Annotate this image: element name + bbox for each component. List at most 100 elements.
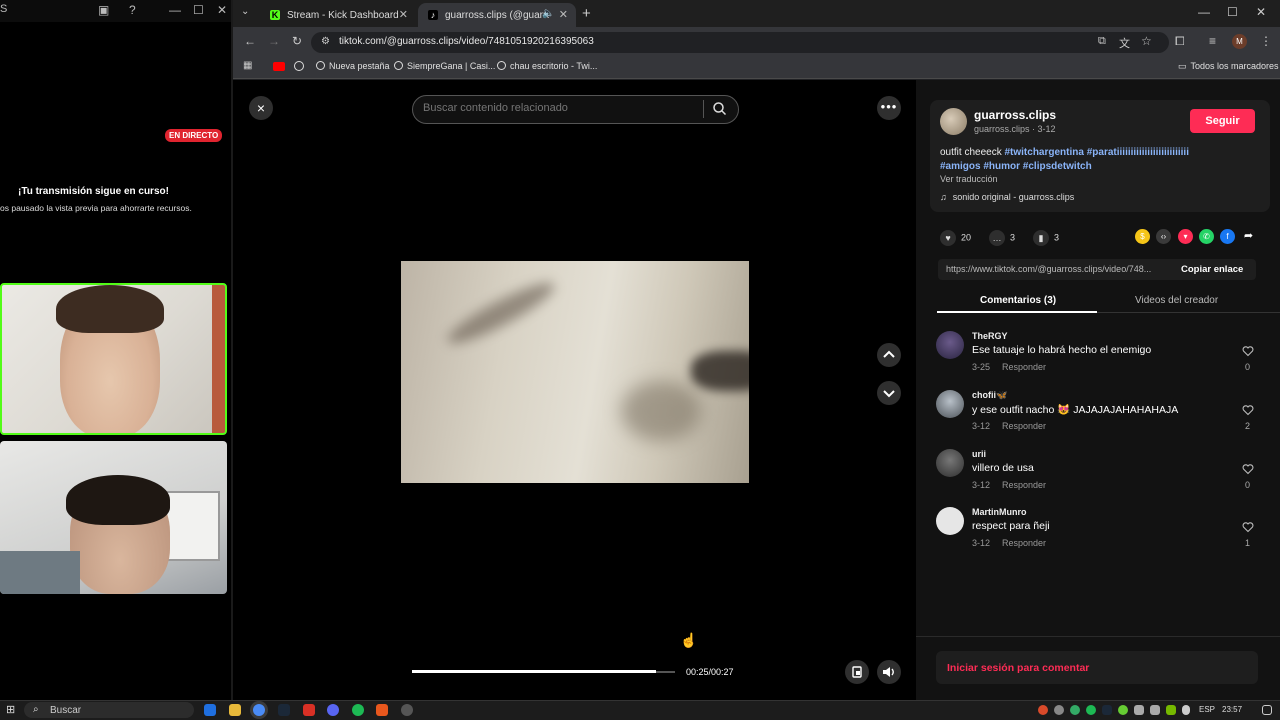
tab-kick-dashboard[interactable]: K Stream - Kick Dashboard ✕: [260, 3, 416, 27]
taskbar-clock[interactable]: 23:57: [1222, 705, 1242, 714]
tray-network-icon[interactable]: [1150, 705, 1160, 715]
post-link[interactable]: https://www.tiktok.com/@guarross.clips/v…: [946, 264, 1171, 274]
minimize-button[interactable]: —: [1198, 5, 1210, 19]
site-info-icon[interactable]: ⚙: [321, 36, 330, 47]
close-window-button[interactable]: ✕: [1256, 5, 1266, 19]
comment-stat[interactable]: … 3: [989, 230, 1015, 246]
maximize-button[interactable]: ☐: [1227, 5, 1238, 19]
bookmark-chau-escritorio[interactable]: chau escritorio - Twi...: [497, 61, 597, 71]
tray-spotify-icon[interactable]: [1086, 705, 1096, 715]
commenter-avatar[interactable]: [936, 449, 964, 477]
tray-app-icon[interactable]: [1038, 705, 1048, 715]
commenter-avatar[interactable]: [936, 390, 964, 418]
more-options-button[interactable]: •••: [877, 96, 901, 120]
cast-icon[interactable]: ⧉: [1098, 35, 1106, 48]
discord-icon[interactable]: [327, 704, 339, 716]
tray-app-icon[interactable]: [1054, 705, 1064, 715]
picture-in-picture-button[interactable]: [845, 660, 869, 684]
audio-playing-icon[interactable]: 🔈: [542, 8, 554, 19]
follow-button[interactable]: Seguir: [1190, 109, 1255, 133]
tab-tiktok[interactable]: ♪ guarross.clips (@guarross.c 🔈 ✕: [418, 3, 576, 27]
maximize-button[interactable]: ☐: [193, 3, 204, 17]
tray-volume-icon[interactable]: [1134, 705, 1144, 715]
close-tab-icon[interactable]: ✕: [559, 8, 568, 21]
app-orange-icon[interactable]: [376, 704, 388, 716]
like-heart-icon[interactable]: [1242, 463, 1254, 475]
start-windows-icon[interactable]: ⊞: [6, 703, 15, 716]
like-heart-icon[interactable]: [1242, 404, 1254, 416]
bookmark-siempregana[interactable]: SiempreGana | Casi...: [394, 61, 495, 71]
all-bookmarks-folder[interactable]: ▭ Todos los marcadores: [1178, 61, 1279, 72]
copilot-icon[interactable]: [204, 704, 216, 716]
commenter-name[interactable]: MartinMunro: [972, 507, 1027, 517]
help-icon[interactable]: ?: [129, 3, 136, 17]
whatsapp-icon[interactable]: ✆: [1199, 229, 1214, 244]
spotify-icon[interactable]: [352, 704, 364, 716]
profile-avatar[interactable]: M: [1232, 34, 1247, 49]
save-stat[interactable]: ▮ 3: [1033, 230, 1059, 246]
coin-share-icon[interactable]: $: [1135, 229, 1150, 244]
tab-comments[interactable]: Comentarios (3): [980, 295, 1056, 306]
notifications-icon[interactable]: [1262, 705, 1272, 715]
sound-link[interactable]: ♫ sonido original - guarross.clips: [940, 192, 1074, 202]
forward-button[interactable]: →: [268, 34, 280, 48]
translate-icon[interactable]: 文: [1119, 35, 1130, 51]
tab-search-icon[interactable]: ⌄: [241, 6, 249, 17]
copy-link-button[interactable]: Copiar enlace: [1181, 264, 1243, 275]
reply-button[interactable]: Responder: [1002, 538, 1046, 548]
bookmark-star-icon[interactable]: ☆: [1141, 34, 1152, 48]
tray-steam-icon[interactable]: [1102, 705, 1112, 715]
author-avatar[interactable]: [940, 108, 967, 135]
reply-button[interactable]: Responder: [1002, 480, 1046, 490]
reload-button[interactable]: ↻: [292, 34, 302, 48]
tray-mic-icon[interactable]: [1182, 705, 1190, 715]
minimize-button[interactable]: —: [169, 3, 181, 17]
chrome-icon[interactable]: [253, 704, 265, 716]
related-search-input[interactable]: [423, 102, 693, 114]
login-to-comment-link[interactable]: Iniciar sesión para comentar: [947, 662, 1089, 674]
like-stat[interactable]: ♥ 20: [940, 230, 971, 246]
new-tab-button[interactable]: +: [582, 5, 591, 22]
commenter-name[interactable]: urii: [972, 449, 986, 459]
file-explorer-icon[interactable]: [229, 704, 241, 716]
previous-video-button[interactable]: [877, 343, 901, 367]
share-arrow-icon[interactable]: ➦: [1241, 229, 1256, 244]
bookmark-new-tab[interactable]: Nueva pestaña: [316, 61, 390, 71]
volume-button[interactable]: [877, 660, 901, 684]
tray-nvidia-icon[interactable]: [1166, 705, 1176, 715]
back-button[interactable]: ←: [244, 34, 256, 48]
url-text[interactable]: tiktok.com/@guarross.clips/video/7481051…: [339, 36, 594, 47]
screen-icon[interactable]: ▣: [98, 3, 109, 17]
taskbar-language[interactable]: ESP: [1199, 705, 1215, 714]
hashtags-line-1[interactable]: #twitchargentina #paratiiiiiiiiiiiiiiiii…: [1004, 147, 1189, 158]
commenter-name[interactable]: TheRGY: [972, 331, 1008, 341]
commenter-name[interactable]: chofii🦋: [972, 390, 1007, 401]
youtube-bookmark-icon[interactable]: [273, 62, 285, 71]
close-video-button[interactable]: ×: [249, 96, 273, 120]
media-control-icon[interactable]: ≡: [1209, 34, 1216, 48]
close-window-button[interactable]: ✕: [217, 3, 227, 17]
taskbar-search-placeholder[interactable]: Buscar: [50, 705, 81, 716]
commenter-avatar[interactable]: [936, 507, 964, 535]
extensions-icon[interactable]: ⧠: [1175, 34, 1185, 49]
tab-creator-videos[interactable]: Videos del creador: [1135, 295, 1218, 306]
facebook-icon[interactable]: f: [1220, 229, 1235, 244]
app-red-icon[interactable]: [303, 704, 315, 716]
menu-kebab-icon[interactable]: ⋮: [1260, 34, 1272, 48]
tray-app-icon[interactable]: [1118, 705, 1128, 715]
author-name[interactable]: guarross.clips: [974, 108, 1056, 122]
bookmark-globe-icon[interactable]: [294, 61, 304, 71]
tray-app-icon[interactable]: [1070, 705, 1080, 715]
see-translation-link[interactable]: Ver traducción: [940, 174, 998, 184]
next-video-button[interactable]: [877, 381, 901, 405]
obs-icon[interactable]: [401, 704, 413, 716]
reply-button[interactable]: Responder: [1002, 421, 1046, 431]
hashtags-line-2[interactable]: #amigos #humor #clipsdetwitch: [940, 161, 1092, 172]
like-heart-icon[interactable]: [1242, 345, 1254, 357]
apps-grid-icon[interactable]: ▦: [243, 60, 252, 71]
send-icon[interactable]: ▾: [1178, 229, 1193, 244]
video-player[interactable]: [401, 261, 749, 483]
close-tab-icon[interactable]: ✕: [399, 8, 408, 21]
commenter-avatar[interactable]: [936, 331, 964, 359]
reply-button[interactable]: Responder: [1002, 362, 1046, 372]
